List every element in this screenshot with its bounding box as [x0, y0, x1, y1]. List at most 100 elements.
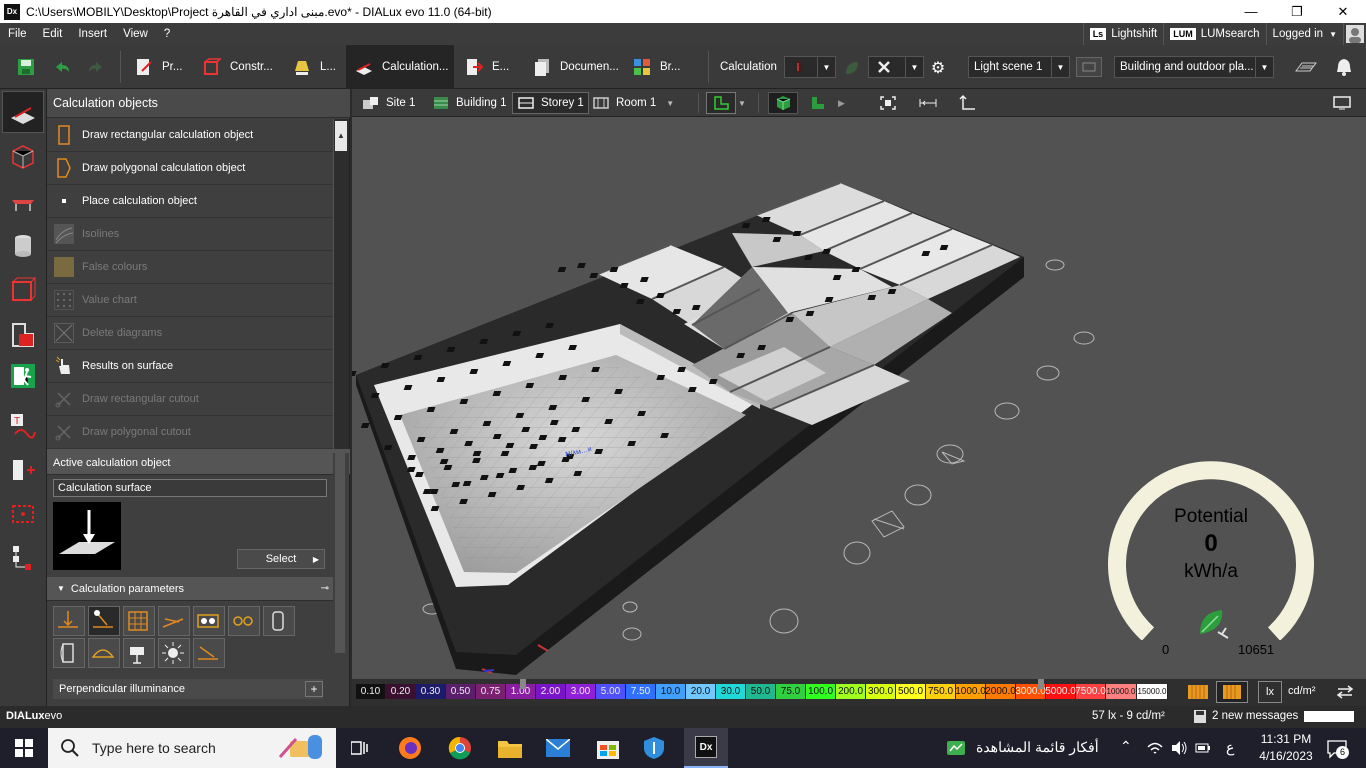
swap-arrows-icon[interactable] — [1334, 683, 1356, 701]
menu-file[interactable]: File — [0, 28, 35, 40]
strip-select[interactable] — [2, 493, 44, 535]
perpendicular-param-button[interactable] — [53, 606, 85, 636]
language-indicator[interactable]: ع — [1226, 739, 1234, 756]
strip-furniture[interactable] — [2, 181, 44, 223]
panel-scrollbar[interactable]: ▲ — [333, 119, 349, 449]
firefox-icon[interactable] — [396, 734, 424, 762]
dome-param-button[interactable] — [88, 638, 120, 668]
gear-icon[interactable]: ⚙ — [928, 58, 948, 78]
save-button[interactable] — [16, 45, 44, 89]
glare-param-button[interactable] — [193, 638, 225, 668]
cylinder-param-button[interactable] — [263, 606, 295, 636]
strip-cylinder[interactable] — [2, 225, 44, 267]
panel-scrollbar-lower[interactable] — [333, 453, 349, 659]
spotlight-param-button[interactable] — [123, 638, 155, 668]
lumsearch-button[interactable]: LUM LUMsearch — [1163, 23, 1265, 45]
zoom-extents-button[interactable] — [876, 92, 900, 114]
news-widget-label[interactable]: أفكار قائمة المشاهدة — [976, 739, 1099, 756]
legend-max-slider[interactable] — [1038, 679, 1044, 689]
tab-browser[interactable]: Br... — [624, 45, 704, 89]
wifi-icon[interactable] — [1146, 739, 1164, 757]
breadcrumb-site[interactable]: Site 1 — [362, 92, 415, 114]
mail-icon[interactable] — [544, 734, 572, 762]
tab-calculation[interactable]: Calculation... — [346, 45, 454, 89]
scroll-up-icon[interactable]: ▲ — [335, 121, 347, 151]
horizontal-param-button[interactable] — [88, 606, 120, 636]
panel-item[interactable]: Results on surface — [47, 350, 333, 383]
tab-construction[interactable]: Constr... — [194, 45, 282, 89]
lightshift-button[interactable]: Ls Lightshift — [1082, 23, 1164, 45]
user-avatar[interactable] — [1343, 23, 1366, 45]
battery-icon[interactable] — [1194, 739, 1212, 757]
breadcrumb-room[interactable]: Room 1 ▼ — [592, 92, 674, 114]
store-icon[interactable] — [594, 734, 622, 762]
redo-button[interactable] — [86, 45, 114, 89]
strip-emergency[interactable] — [2, 355, 44, 397]
login-dropdown[interactable]: Logged in ▼ — [1265, 23, 1343, 45]
clock-time[interactable]: 11:31 PM — [1254, 732, 1318, 746]
calc-params-header[interactable]: ▼ Calculation parameters ⊸ — [47, 577, 333, 601]
strip-rooms[interactable] — [2, 135, 44, 177]
tab-light[interactable]: L... — [284, 45, 344, 89]
output-mode-select[interactable]: Building and outdoor pla... ▼ — [1114, 56, 1274, 78]
sun-param-button[interactable] — [158, 638, 190, 668]
strip-tree[interactable] — [2, 537, 44, 579]
light-scene-edit-button[interactable] — [1076, 57, 1102, 77]
calculation-start-button[interactable]: ▼ — [784, 56, 836, 78]
menu-insert[interactable]: Insert — [70, 28, 115, 40]
chevron-down-icon[interactable]: ▼ — [738, 92, 746, 114]
panel-item[interactable]: Place calculation object — [47, 185, 333, 218]
add-icon[interactable]: + — [305, 681, 323, 697]
messages-link[interactable]: 2 new messages — [1212, 710, 1298, 722]
keyboard-icon[interactable] — [1294, 58, 1318, 76]
menu-help[interactable]: ? — [156, 28, 178, 40]
file-explorer-icon[interactable] — [496, 734, 524, 762]
tab-export[interactable]: E... — [456, 45, 522, 89]
clock-date[interactable]: 4/16/2023 — [1254, 749, 1318, 763]
panel-item[interactable]: Draw rectangular calculation object — [47, 119, 333, 152]
light-scene-select[interactable]: Light scene 1 ▼ — [968, 56, 1070, 78]
half-cylinder-param-button[interactable] — [53, 638, 85, 668]
glasses-dim-param-button[interactable] — [228, 606, 260, 636]
panel-item[interactable]: Draw polygonal calculation object — [47, 152, 333, 185]
measure-button[interactable] — [916, 92, 940, 114]
chevron-right-icon[interactable]: ▶ — [838, 92, 845, 114]
volume-icon[interactable] — [1170, 739, 1188, 757]
unit-lx-button[interactable]: lx — [1258, 681, 1282, 703]
breadcrumb-storey[interactable]: Storey 1 — [512, 92, 589, 114]
notifications-bell-icon[interactable] — [1334, 57, 1354, 77]
task-view-icon[interactable] — [346, 734, 374, 762]
view-mode-floorplan[interactable] — [706, 92, 736, 114]
legend-palette-active[interactable] — [1216, 681, 1248, 703]
unit-cd-button[interactable]: cd/m² — [1288, 685, 1316, 697]
cancel-calculation-button[interactable]: ▼ — [868, 56, 924, 78]
minimize-button[interactable]: — — [1228, 0, 1274, 23]
3d-viewport[interactable]: Ꞥ/۸ᴍ…ᴎ Potential 0 kWh/a 0 10651 — [352, 117, 1366, 679]
strip-openings[interactable] — [2, 313, 44, 355]
news-widget-icon[interactable] — [946, 738, 966, 758]
legend-min-slider[interactable] — [520, 679, 526, 689]
close-button[interactable]: ✕ — [1320, 0, 1366, 23]
grid-param-button[interactable] — [123, 606, 155, 636]
glasses-param-button[interactable] — [193, 606, 225, 636]
vertical-param-button[interactable] — [158, 606, 190, 636]
chevron-up-icon[interactable]: ⌃ — [1120, 738, 1132, 755]
restore-button[interactable]: ❐ — [1274, 0, 1320, 23]
undo-button[interactable] — [52, 45, 80, 89]
perpendicular-illuminance-row[interactable]: Perpendicular illuminance + — [53, 679, 323, 699]
fullscreen-button[interactable] — [1330, 92, 1354, 114]
taskbar-search[interactable]: Type here to search — [48, 728, 336, 768]
legend-palette-icon[interactable] — [1186, 682, 1210, 702]
strip-calculation-objects[interactable] — [2, 91, 44, 133]
strip-text-labels[interactable]: T — [2, 405, 44, 447]
strip-insert[interactable] — [2, 449, 44, 491]
dialux-taskbar-button[interactable]: Dx — [684, 728, 728, 768]
axis-button[interactable] — [956, 92, 980, 114]
chrome-icon[interactable] — [446, 734, 474, 762]
windows-start-icon[interactable] — [10, 734, 38, 762]
strip-room-elements[interactable] — [2, 269, 44, 311]
view-3d-button[interactable] — [768, 92, 798, 114]
tab-documentation[interactable]: Documen... — [524, 45, 622, 89]
view-plan-button[interactable] — [808, 92, 828, 114]
menu-edit[interactable]: Edit — [35, 28, 71, 40]
